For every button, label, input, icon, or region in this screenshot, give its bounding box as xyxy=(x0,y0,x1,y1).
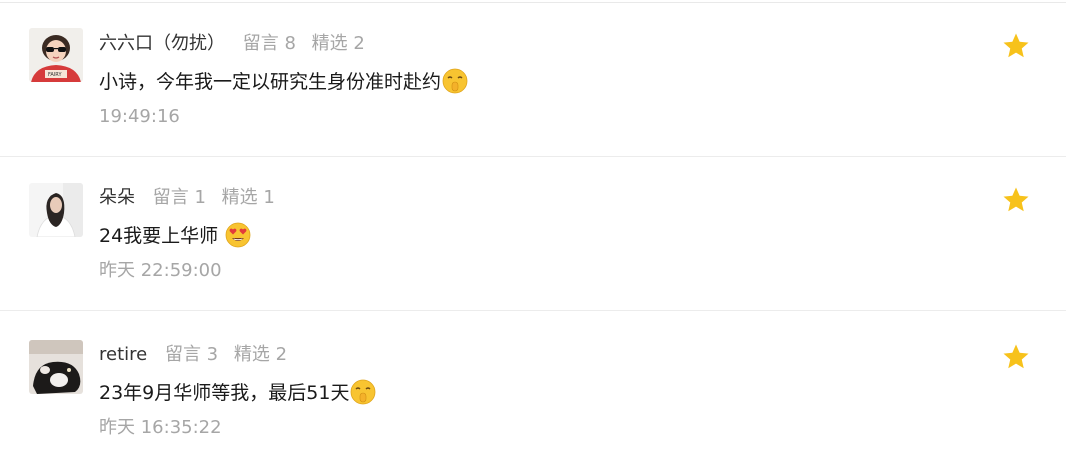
reply-count: 留言 3 xyxy=(164,344,219,365)
featured-count: 精选 2 xyxy=(311,33,365,54)
comment-item: 朵朵 留言 1 精选 1 24我要上华师 昨天 22:59:00 xyxy=(0,157,1066,311)
comment-text-body: 23年9月华师等我，最后51天 xyxy=(99,382,350,404)
nickname[interactable]: 六六口（勿扰） xyxy=(99,33,225,54)
heart-eyes-emoji xyxy=(225,222,251,248)
svg-text:FAIRY: FAIRY xyxy=(48,72,62,78)
avatar[interactable] xyxy=(29,183,83,237)
star-icon[interactable] xyxy=(1001,342,1031,372)
comment-text: 23年9月华师等我，最后51天 xyxy=(99,378,376,408)
comment-text: 小诗，今年我一定以研究生身份准时赴约 xyxy=(99,67,468,97)
comment-text-body: 小诗，今年我一定以研究生身份准时赴约 xyxy=(99,71,442,93)
comment-item: retire 留言 3 精选 2 23年9月华师等我，最后51天 昨天 16:3… xyxy=(0,313,1066,467)
comment-time: 昨天 16:35:22 xyxy=(99,417,222,438)
reply-count: 留言 8 xyxy=(242,33,296,54)
reply-count: 留言 1 xyxy=(152,187,206,208)
avatar[interactable] xyxy=(29,340,83,394)
comment-text: 24我要上华师 xyxy=(99,221,251,251)
comment-time: 昨天 22:59:00 xyxy=(99,260,222,281)
comment-time: 19:49:16 xyxy=(99,106,180,127)
shushing-face-emoji xyxy=(442,68,468,94)
star-icon[interactable] xyxy=(1001,185,1031,215)
shushing-face-emoji xyxy=(350,379,376,405)
nickname[interactable]: 朵朵 xyxy=(99,187,135,208)
comment-meta: 六六口（勿扰） 留言 8 精选 2 xyxy=(99,31,375,57)
comment-meta: retire 留言 3 精选 2 xyxy=(99,342,297,368)
nickname[interactable]: retire xyxy=(99,344,147,365)
featured-count: 精选 2 xyxy=(233,344,288,365)
comment-item: FAIRY 六六口（勿扰） 留言 8 精选 2 小诗，今年我一定以研究生身份准时… xyxy=(0,3,1066,157)
comment-text-body: 24我要上华师 xyxy=(99,225,225,247)
avatar[interactable]: FAIRY xyxy=(29,28,83,82)
star-icon[interactable] xyxy=(1001,31,1031,61)
featured-count: 精选 1 xyxy=(221,187,275,208)
comment-meta: 朵朵 留言 1 精选 1 xyxy=(99,185,285,211)
